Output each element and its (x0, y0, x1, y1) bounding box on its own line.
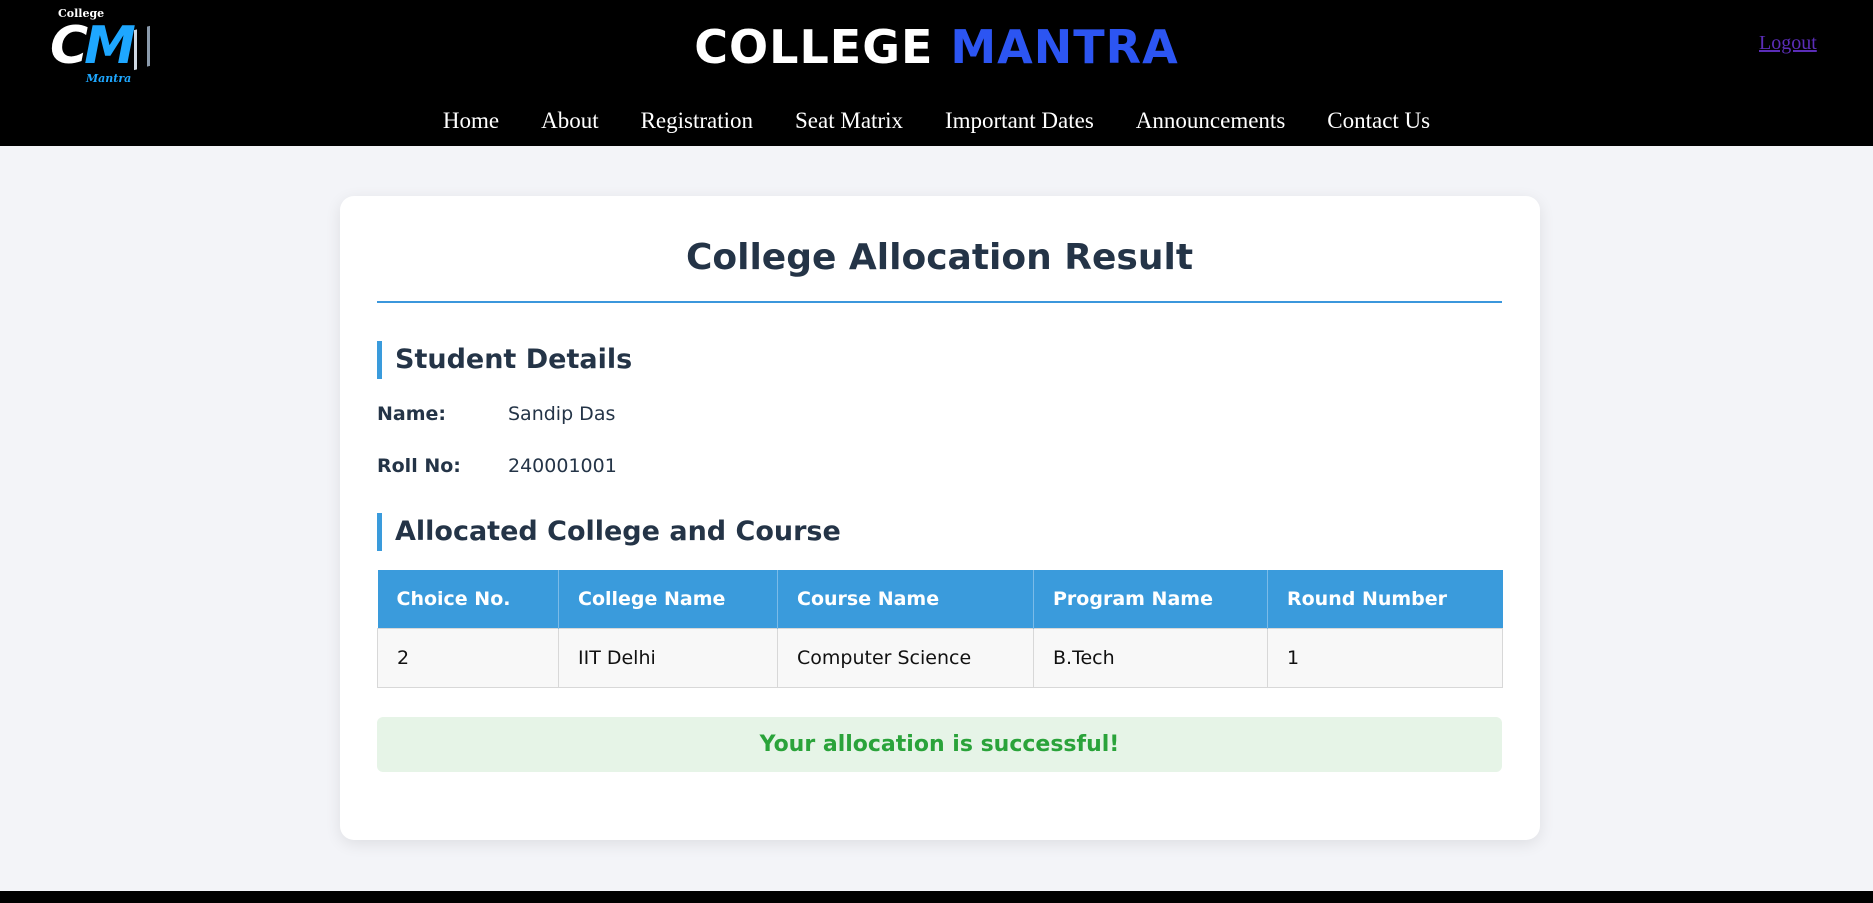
nav-registration[interactable]: Registration (641, 104, 753, 138)
name-label: Name: (377, 403, 447, 425)
nav-home[interactable]: Home (443, 104, 499, 138)
column-header-college-name: College Name (558, 570, 778, 629)
brand-word-mantra: MANTRA (950, 20, 1179, 74)
main-nav: Home About Registration Seat Matrix Impo… (0, 104, 1873, 138)
column-header-choice-no: Choice No. (377, 570, 559, 629)
nav-seat-matrix[interactable]: Seat Matrix (795, 104, 903, 138)
footer-bar (0, 891, 1873, 903)
logout-link[interactable]: Logout (1759, 32, 1817, 55)
nav-important-dates[interactable]: Important Dates (945, 104, 1094, 138)
title-divider (377, 301, 1502, 303)
site-brand-title: COLLEGE MANTRA (0, 14, 1873, 80)
brand-word-college: COLLEGE (694, 20, 934, 74)
cell-course-name: Computer Science (777, 628, 1034, 688)
nav-announcements[interactable]: Announcements (1136, 104, 1285, 138)
cell-program-name: B.Tech (1033, 628, 1268, 688)
allocation-result-card: College Allocation Result Student Detail… (340, 196, 1540, 840)
roll-no-label: Roll No: (377, 455, 461, 477)
table-row: 2 IIT Delhi Computer Science B.Tech 1 (377, 628, 1503, 688)
allocation-table: Choice No. College Name Course Name Prog… (377, 570, 1503, 688)
cell-round-number: 1 (1267, 628, 1503, 688)
column-header-course-name: Course Name (777, 570, 1034, 629)
nav-about[interactable]: About (541, 104, 599, 138)
student-details-heading: Student Details (377, 341, 1177, 379)
roll-no-value: 240001001 (508, 455, 617, 477)
allocated-college-heading: Allocated College and Course (377, 513, 1177, 551)
cell-college-name: IIT Delhi (558, 628, 778, 688)
table-header-row: Choice No. College Name Course Name Prog… (377, 570, 1503, 629)
nav-contact-us[interactable]: Contact Us (1327, 104, 1430, 138)
page-title: College Allocation Result (685, 237, 1194, 278)
column-header-round-number: Round Number (1267, 570, 1503, 629)
top-header: College CM Mantra COLLEGE MANTRA Logout … (0, 0, 1873, 146)
column-header-program-name: Program Name (1033, 570, 1268, 629)
name-value: Sandip Das (508, 403, 616, 425)
allocation-success-message: Your allocation is successful! (377, 717, 1502, 772)
cell-choice-no: 2 (377, 628, 559, 688)
